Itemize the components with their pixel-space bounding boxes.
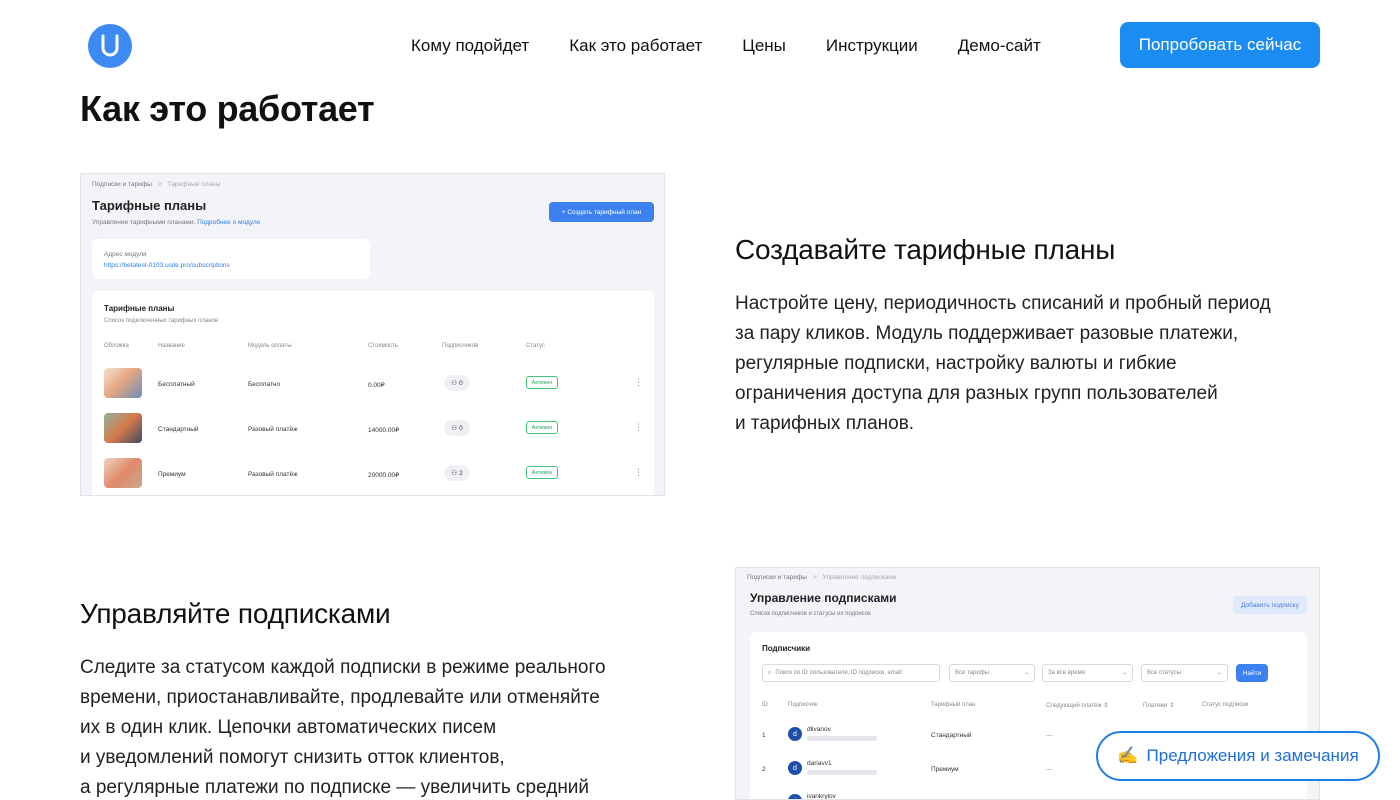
avatar: d [788,761,802,775]
nav-item-instructions[interactable]: Инструкции [826,36,918,56]
time-filter-select[interactable]: За все время ⌄ [1042,664,1133,682]
avatar: i [788,794,802,799]
site-header: Кому подойдет Как это работает Цены Инст… [0,0,1400,90]
status-filter-select[interactable]: Все статусы ⌄ [1141,664,1228,682]
nav-item-demo[interactable]: Демо-сайт [958,36,1041,56]
breadcrumb: Подписки и тарифы > Управление подписками [747,574,897,581]
plan-cover-image [104,368,142,398]
chevron-down-icon: ⌄ [1216,670,1222,676]
nav-item-audience[interactable]: Кому подойдет [411,36,529,56]
email-redacted [807,736,877,741]
table-row[interactable]: Премиум Разовый платёж 20000.00₽ ⚇ 2 Акти… [92,454,654,494]
add-subscription-button[interactable]: Добавить подписку [1233,596,1307,614]
plans-table-card: Тарифные планы Список подключенных тариф… [92,291,654,495]
plans-filter-select[interactable]: Все тарифы ⌄ [949,664,1035,682]
shot-subtitle: Управление тарифными планами. Подробнее … [92,219,261,226]
col-header: Обложка [104,343,129,349]
table-subtitle: Список подключенных тарифных планов [104,318,219,324]
status-badge: Активен [526,376,558,389]
address-label: Адрес модуля [104,251,147,258]
create-plan-button[interactable]: + Создать тарифный план [549,202,654,222]
shot-title: Управление подписками [750,591,897,605]
feedback-button[interactable]: ✍ Предложения и замечания [1096,731,1380,781]
table-row[interactable]: Стандартный Разовый платёж 14000.00₽ ⚇ 0 … [92,409,654,449]
plan-cover-image [104,458,142,488]
main-nav: Кому подойдет Как это работает Цены Инст… [411,36,1081,56]
chevron-down-icon: ⌄ [1121,670,1127,676]
writing-hand-icon: ✍ [1117,746,1139,765]
subscribers-count: ⚇ 2 [444,465,470,481]
table-title: Тарифные планы [104,304,175,313]
col-header: Название [158,343,185,349]
search-input[interactable]: ⌕ Поиск по ID пользователя, ID подписки, … [762,664,940,682]
status-badge: Активен [526,466,558,479]
plan-cover-image [104,413,142,443]
col-header: Стоимость [368,343,399,349]
address-card: Адрес модуля https://betatest-0103.usite… [92,239,370,279]
section-text-subscriptions: Следите за статусом каждой подписки в ре… [80,657,606,798]
col-header: ID [762,702,768,708]
nav-item-prices[interactable]: Цены [742,36,786,56]
avatar: d [788,727,802,741]
col-header: Тарифный план [931,702,976,708]
col-header: Подписчик [788,702,818,708]
subscribers-count: ⚇ 0 [444,420,470,436]
section-text-plans: Настройте цену, периодичность списаний и… [735,293,1271,434]
table-row[interactable]: Бесплатный Бесплатно 0.00₽ ⚇ 0 Активен ⋮ [92,364,654,404]
col-header: Следующий платёж ⇕ [1046,703,1109,709]
page-title: Как это работает [80,88,375,129]
shot-subtitle: Список подписчиков и статусы их подписок [750,611,871,617]
chevron-down-icon: ⌄ [1023,670,1029,676]
breadcrumb: Подписки и тарифы > Тарифные планы [92,181,221,188]
search-icon: ⌕ [768,669,772,676]
col-header: Статус [526,343,545,349]
more-icon[interactable]: ⋮ [634,467,643,478]
more-icon[interactable]: ⋮ [634,377,643,388]
find-button[interactable]: Найти [1236,664,1268,682]
try-now-button[interactable]: Попробовать сейчас [1120,22,1320,68]
col-header: Подписчиков [442,343,479,349]
status-badge: Активен [526,421,558,434]
card-title: Подписчики [762,644,811,653]
user-icon: ⚇ [451,470,458,477]
col-header: Платежи ⇕ [1143,703,1175,709]
logo[interactable] [88,24,132,68]
user-icon: ⚇ [451,425,458,432]
logo-u-icon [101,34,119,57]
user-icon: ⚇ [451,380,458,387]
col-header: Статус подписки [1202,702,1249,708]
table-row[interactable]: i ivankrylov [750,786,1307,799]
nav-item-how-it-works[interactable]: Как это работает [569,36,702,56]
col-header: Модель оплаты [248,343,292,349]
more-icon[interactable]: ⋮ [634,422,643,433]
section-title-subscriptions: Управляйте подписками [80,598,391,629]
tariff-plans-screenshot: Подписки и тарифы > Тарифные планы Тарифны… [80,173,665,496]
address-link[interactable]: https://betatest-0103.usite.pro/subscrip… [104,262,230,269]
email-redacted [807,770,877,775]
subscribers-count: ⚇ 0 [444,375,470,391]
section-title-plans: Создавайте тарифные планы [735,234,1116,265]
module-info-link[interactable]: Подробнее о модуле [197,219,260,226]
shot-title: Тарифные планы [92,198,207,213]
